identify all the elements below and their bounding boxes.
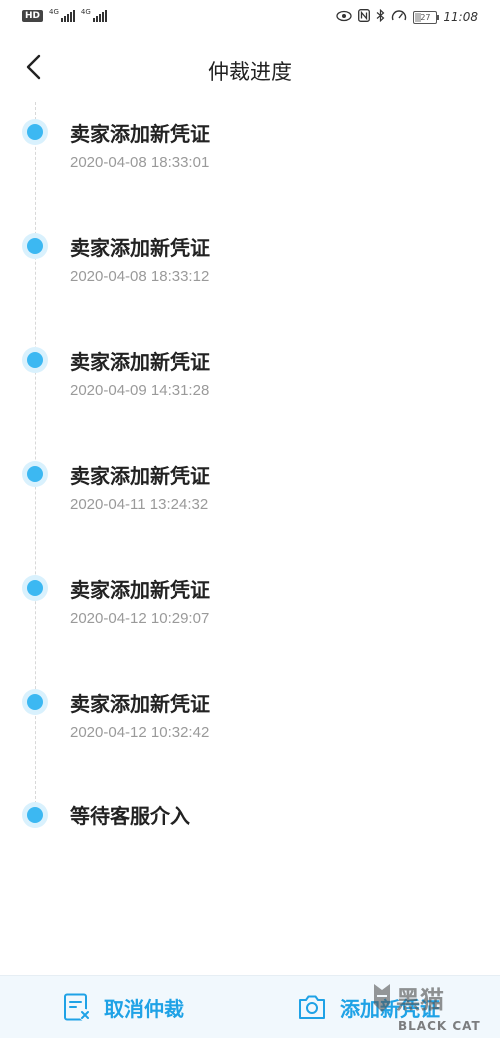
timeline-item-time: 2020-04-08 18:33:12	[70, 268, 210, 285]
cat-logo-icon	[374, 984, 390, 1012]
eye-icon	[336, 10, 353, 25]
timeline-item: 卖家添加新凭证 2020-04-08 18:33:12	[0, 216, 500, 316]
watermark-text: BLACK CAT	[398, 1019, 481, 1033]
timeline-item-time: 2020-04-11 13:24:32	[70, 496, 209, 513]
timeline-item-title: 卖家添加新凭证	[70, 122, 210, 146]
timeline-item: 卖家添加新凭证 2020-04-08 18:33:01	[0, 102, 500, 202]
timeline-dot-icon	[22, 575, 48, 601]
nfc-icon	[358, 9, 371, 25]
status-bar: HD 4G 4G 27 11:08	[0, 0, 500, 36]
timeline-item-time: 2020-04-12 10:32:42	[70, 724, 210, 741]
timeline-item-title: 等待客服介入	[70, 804, 190, 828]
speedometer-icon	[391, 9, 407, 25]
timeline-item-title: 卖家添加新凭证	[70, 236, 210, 260]
timeline-item: 卖家添加新凭证 2020-04-09 14:31:28	[0, 330, 500, 430]
timeline-item-time: 2020-04-12 10:29:07	[70, 610, 210, 627]
timeline-dot-icon	[22, 119, 48, 145]
timeline-item-title: 卖家添加新凭证	[70, 464, 210, 488]
timeline-dot-icon	[22, 689, 48, 715]
camera-icon	[299, 995, 325, 1019]
clock: 11:08	[443, 10, 478, 24]
cancel-document-icon	[64, 993, 91, 1021]
timeline-item-time: 2020-04-09 14:31:28	[70, 382, 210, 399]
cancel-arbitration-label: 取消仲裁	[104, 996, 184, 1021]
timeline-item-title: 卖家添加新凭证	[70, 578, 210, 602]
timeline-item-title: 卖家添加新凭证	[70, 350, 210, 374]
battery-icon: 27	[413, 10, 440, 24]
watermark-logo-text: 黑猫	[396, 986, 444, 1014]
header: 仲裁进度	[0, 36, 500, 102]
timeline-item-time: 2020-04-08 18:33:01	[70, 154, 210, 171]
timeline-dot-icon	[22, 347, 48, 373]
timeline-item: 卖家添加新凭证 2020-04-12 10:32:42	[0, 672, 500, 772]
timeline-item: 等待客服介入	[0, 786, 500, 886]
timeline-dot-icon	[22, 233, 48, 259]
signal-sim2-icon: 4G	[81, 9, 107, 22]
cancel-arbitration-button[interactable]: 取消仲裁	[62, 990, 184, 1024]
blackcat-watermark: 黑猫 BLACK CAT	[368, 978, 498, 1036]
status-right: 27 11:08	[336, 8, 478, 25]
page-title: 仲裁进度	[208, 60, 292, 84]
timeline-item-title: 卖家添加新凭证	[70, 692, 210, 716]
hd-badge: HD	[22, 10, 44, 22]
bluetooth-icon	[376, 8, 385, 25]
timeline-item: 卖家添加新凭证 2020-04-12 10:29:07	[0, 558, 500, 658]
timeline-dot-icon	[22, 461, 48, 487]
timeline-dot-icon	[22, 802, 48, 828]
signal-sim1-icon: 4G	[49, 9, 75, 22]
timeline-item: 卖家添加新凭证 2020-04-11 13:24:32	[0, 444, 500, 544]
status-left: HD 4G 4G	[22, 9, 107, 22]
